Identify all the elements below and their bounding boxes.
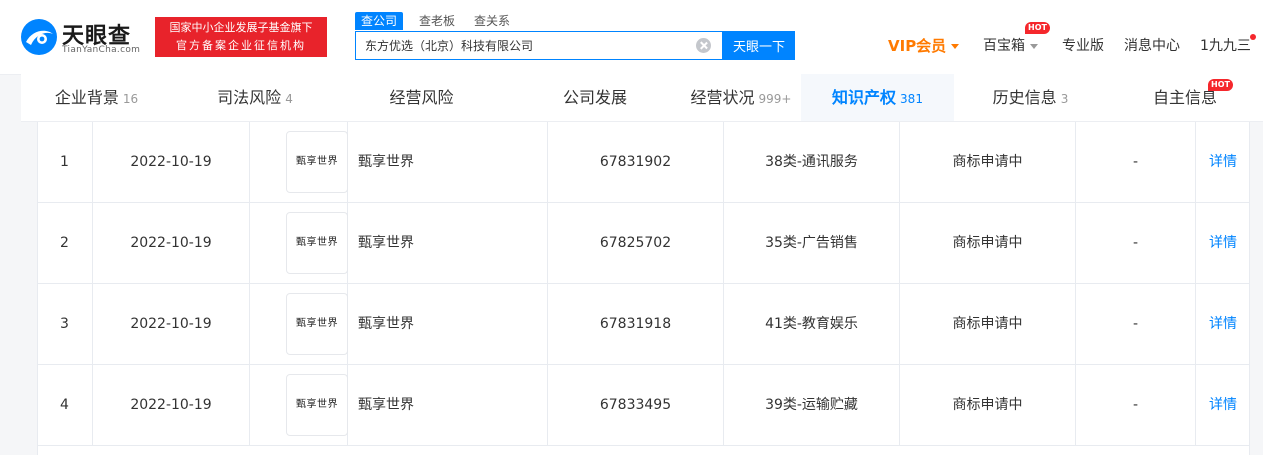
- table-row: 4 2022-10-19 甄享世界 甄享世界 67833495 39类-运输贮藏…: [37, 365, 1250, 446]
- detail-link[interactable]: 详情: [1209, 397, 1237, 413]
- extra-info: -: [1076, 203, 1196, 283]
- extra-info: -: [1076, 365, 1196, 445]
- trademark-name: 甄享世界: [348, 365, 548, 445]
- detail-cell: 详情: [1196, 122, 1250, 202]
- search-input[interactable]: [356, 32, 686, 59]
- trademark-image-cell: 甄享世界: [250, 365, 348, 445]
- detail-link[interactable]: 详情: [1209, 235, 1237, 251]
- user-menu[interactable]: 1九九三: [1200, 37, 1251, 55]
- trademark-image[interactable]: 甄享世界: [286, 131, 348, 193]
- tab-legal-risk[interactable]: 司法风险 4: [185, 74, 325, 121]
- official-badge: 国家中小企业发展子基金旗下 官方备案企业征信机构: [155, 17, 327, 57]
- tab-intellectual-property[interactable]: 知识产权 381: [801, 74, 954, 121]
- international-class: 35类-广告销售: [724, 203, 900, 283]
- trademark-image-cell: 甄享世界: [250, 284, 348, 364]
- table-row: 3 2022-10-19 甄享世界 甄享世界 67831918 41类-教育娱乐…: [37, 284, 1250, 365]
- row-number: 2: [37, 203, 93, 283]
- logo-domain: TianYanCha.com: [62, 45, 141, 55]
- table-left-border: [37, 122, 38, 455]
- treasure-box-menu[interactable]: 百宝箱: [983, 37, 1038, 55]
- registration-number: 67833495: [548, 365, 724, 445]
- trademark-name: 甄享世界: [348, 122, 548, 202]
- treasure-label: 百宝箱: [983, 38, 1025, 54]
- row-number: 4: [37, 365, 93, 445]
- search-tab-boss[interactable]: 查老板: [419, 12, 455, 30]
- detail-cell: 详情: [1196, 203, 1250, 283]
- tab-label: 历史信息: [992, 88, 1057, 107]
- tab-company-background[interactable]: 企业背景 16: [21, 74, 172, 121]
- search-tab-company[interactable]: 查公司: [355, 12, 404, 30]
- tab-count: 16: [122, 92, 139, 106]
- tab-count: 3: [1060, 92, 1069, 106]
- tab-count: 381: [900, 92, 923, 106]
- extra-info: -: [1076, 284, 1196, 364]
- apply-date: 2022-10-19: [93, 203, 250, 283]
- pro-version-link[interactable]: 专业版: [1062, 37, 1104, 55]
- trademark-image[interactable]: 甄享世界: [286, 212, 348, 274]
- registration-number: 67825702: [548, 203, 724, 283]
- badge-line-1: 国家中小企业发展子基金旗下: [169, 21, 313, 34]
- trademark-image[interactable]: 甄享世界: [286, 374, 348, 436]
- tianyancha-logo-icon: [21, 19, 57, 55]
- trademark-image-cell: 甄享世界: [250, 203, 348, 283]
- hot-badge: HOT: [1208, 79, 1233, 91]
- vip-label: VIP会员: [888, 37, 947, 55]
- badge-line-2: 官方备案企业征信机构: [176, 39, 306, 52]
- tab-operation-status[interactable]: 经营状况 999+: [661, 74, 821, 121]
- trademark-status: 商标申请中: [900, 122, 1076, 202]
- tab-company-development[interactable]: 公司发展: [514, 74, 676, 121]
- row-number: 1: [37, 122, 93, 202]
- chevron-down-icon: [951, 44, 960, 49]
- clear-icon[interactable]: [696, 38, 711, 53]
- tab-label: 经营状况: [690, 88, 755, 107]
- trademark-image[interactable]: 甄享世界: [286, 293, 348, 355]
- table-right-border: [1249, 122, 1250, 455]
- tab-self-info[interactable]: 自主信息: [1107, 74, 1263, 121]
- trademark-table: 1 2022-10-19 甄享世界 甄享世界 67831902 38类-通讯服务…: [37, 122, 1250, 455]
- search-tab-relation[interactable]: 查关系: [474, 12, 510, 30]
- table-row: 2 2022-10-19 甄享世界 甄享世界 67825702 35类-广告销售…: [37, 203, 1250, 284]
- international-class: 38类-通讯服务: [724, 122, 900, 202]
- trademark-name: 甄享世界: [348, 203, 548, 283]
- table-row: 1 2022-10-19 甄享世界 甄享世界 67831902 38类-通讯服务…: [37, 122, 1250, 203]
- trademark-name: 甄享世界: [348, 284, 548, 364]
- site-logo[interactable]: 天眼查 TianYanCha.com: [20, 16, 146, 58]
- tab-label: 企业背景: [54, 88, 119, 107]
- registration-number: 67831918: [548, 284, 724, 364]
- tab-label: 公司发展: [562, 88, 627, 107]
- international-class: 41类-教育娱乐: [724, 284, 900, 364]
- registration-number: 67831902: [548, 122, 724, 202]
- message-center-link[interactable]: 消息中心: [1124, 37, 1180, 55]
- tab-label: 知识产权: [832, 88, 897, 107]
- tab-count: 4: [285, 92, 293, 106]
- apply-date: 2022-10-19: [93, 365, 250, 445]
- vip-member-menu[interactable]: VIP会员: [888, 37, 960, 55]
- tab-label: 经营风险: [389, 88, 454, 107]
- chevron-down-icon: [1030, 43, 1038, 49]
- detail-link[interactable]: 详情: [1209, 316, 1237, 332]
- trademark-status: 商标申请中: [900, 203, 1076, 283]
- international-class: 39类-运输贮藏: [724, 365, 900, 445]
- extra-info: -: [1076, 122, 1196, 202]
- tab-history-info[interactable]: 历史信息 3: [954, 74, 1107, 121]
- section-tabs: 企业背景 16 司法风险 4 经营风险 公司发展 经营状况 999+ 知识产权 381 …: [21, 74, 1263, 122]
- search-button[interactable]: 天眼一下: [723, 31, 795, 60]
- top-header: 天眼查 TianYanCha.com 国家中小企业发展子基金旗下 官方备案企业征…: [0, 0, 1263, 75]
- hot-badge: HOT: [1025, 22, 1050, 34]
- detail-link[interactable]: 详情: [1209, 154, 1237, 170]
- apply-date: 2022-10-19: [93, 122, 250, 202]
- tab-label: 司法风险: [217, 88, 282, 107]
- trademark-status: 商标申请中: [900, 284, 1076, 364]
- trademark-image-cell: 甄享世界: [250, 122, 348, 202]
- detail-cell: 详情: [1196, 365, 1250, 445]
- search-box: [355, 31, 723, 60]
- detail-cell: 详情: [1196, 284, 1250, 364]
- apply-date: 2022-10-19: [93, 284, 250, 364]
- tab-operation-risk[interactable]: 经营风险: [343, 74, 500, 121]
- notification-dot: [1250, 34, 1256, 40]
- trademark-status: 商标申请中: [900, 365, 1076, 445]
- row-number: 3: [37, 284, 93, 364]
- tab-count: 999+: [758, 92, 792, 106]
